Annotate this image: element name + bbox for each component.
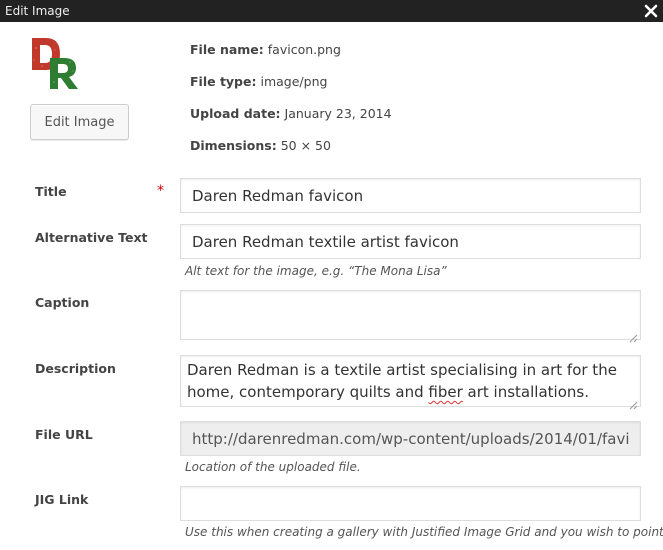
- jig-link-help: Use this when creating a gallery with Ju…: [185, 525, 663, 539]
- caption-resize-icon[interactable]: [629, 328, 638, 343]
- dimensions-row: Dimensions: 50 × 50: [190, 138, 392, 170]
- upload-date-label: Upload date:: [190, 106, 281, 121]
- file-name-label: File name:: [190, 42, 264, 57]
- alt-text-label: Alternative Text: [35, 230, 148, 245]
- dr-logo-icon: [32, 38, 78, 89]
- required-marker: *: [157, 183, 164, 199]
- modal-titlebar: Edit Image: [0, 0, 663, 22]
- file-type-value: image/png: [260, 74, 328, 89]
- title-input[interactable]: [180, 178, 641, 213]
- file-name-value: favicon.png: [267, 42, 341, 57]
- alt-text-input[interactable]: [180, 224, 641, 259]
- description-label: Description: [35, 361, 116, 376]
- jig-link-label: JIG Link: [35, 492, 89, 507]
- misspelled-word: fiber: [428, 383, 463, 401]
- attachment-thumbnail: [30, 36, 82, 90]
- file-type-row: File type: image/png: [190, 74, 392, 106]
- file-type-label: File type:: [190, 74, 257, 89]
- dimensions-label: Dimensions:: [190, 138, 277, 153]
- file-details: File name: favicon.png File type: image/…: [190, 42, 392, 170]
- jig-link-input[interactable]: [180, 486, 641, 521]
- file-url-label: File URL: [35, 427, 93, 442]
- edit-image-button[interactable]: Edit Image: [30, 104, 129, 140]
- description-textarea[interactable]: Daren Redman is a textile artist special…: [180, 355, 641, 407]
- description-text-end: art installations.: [462, 383, 589, 401]
- modal-title: Edit Image: [5, 4, 70, 18]
- file-name-row: File name: favicon.png: [190, 42, 392, 74]
- upload-date-value: January 23, 2014: [284, 106, 392, 121]
- upload-date-row: Upload date: January 23, 2014: [190, 106, 392, 138]
- caption-label: Caption: [35, 295, 90, 310]
- description-resize-icon[interactable]: [629, 395, 638, 410]
- caption-textarea[interactable]: [180, 290, 641, 340]
- title-label: Title: [35, 184, 67, 199]
- alt-text-help: Alt text for the image, e.g. “The Mona L…: [185, 264, 447, 278]
- close-icon[interactable]: [644, 3, 658, 18]
- dimensions-value: 50 × 50: [280, 138, 331, 153]
- file-url-help: Location of the uploaded file.: [185, 460, 361, 474]
- file-url-input[interactable]: [180, 421, 641, 456]
- attachment-details: Edit Image File name: favicon.png File t…: [0, 22, 663, 550]
